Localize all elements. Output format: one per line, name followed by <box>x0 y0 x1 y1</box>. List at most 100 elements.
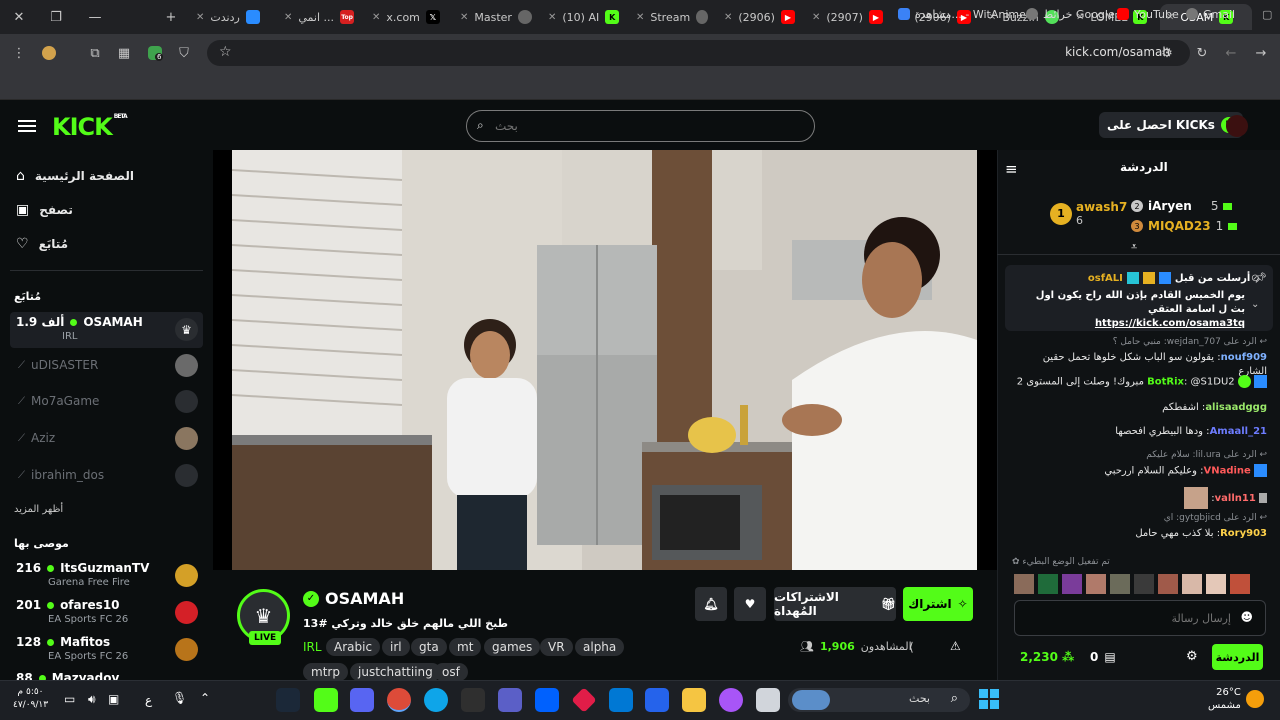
share-icon[interactable]: ⟨ <box>909 640 914 654</box>
tab[interactable]: ✕ ردندت <box>190 4 274 30</box>
recommended-channel[interactable]: 128 Mafitos EA Sports FC 26 <box>10 632 203 668</box>
reload-icon[interactable]: ↻ <box>1193 44 1211 62</box>
restore-window-icon[interactable]: ❐ <box>45 6 67 28</box>
close-tab-icon[interactable]: ✕ <box>636 12 644 23</box>
tab[interactable]: ✕ انمي ... Top <box>278 4 362 30</box>
stream-tag[interactable]: Arabic <box>326 638 381 656</box>
recommended-channel[interactable]: 216 ItsGuzmanTV Garena Free Fire <box>10 558 203 594</box>
stream-tag[interactable]: alpha <box>575 638 625 656</box>
chatter-avatar[interactable] <box>1206 574 1226 594</box>
stream-tag[interactable]: games <box>484 638 541 656</box>
tray-chevron-up-icon[interactable]: ⌃ <box>200 691 210 705</box>
chatter-avatar[interactable] <box>1014 574 1034 594</box>
nav-home[interactable]: ⌂ الصفحة الرئيسية <box>16 168 134 184</box>
minimize-window-icon[interactable]: — <box>84 6 106 28</box>
close-tab-icon[interactable]: ✕ <box>548 12 556 23</box>
close-tab-icon[interactable]: ✕ <box>460 12 468 23</box>
following-channel[interactable]: ⟋ Aziz <box>10 421 203 457</box>
pinned-message[interactable]: ⊘ ⌄ 📌︎ أرسلت من قبل osfALI يوم الخميس ال… <box>1005 265 1273 331</box>
teams-app-icon[interactable] <box>498 688 522 712</box>
close-tab-icon[interactable]: ✕ <box>372 12 380 23</box>
chat-username[interactable]: valln11 <box>1215 493 1256 504</box>
show-more-link[interactable]: أظهر المزيد <box>14 504 63 515</box>
new-tab-icon[interactable]: + <box>160 6 182 28</box>
stream-tag[interactable]: VR <box>540 638 573 656</box>
search-input[interactable] <box>467 111 767 141</box>
report-warning-icon[interactable]: ⚠ <box>950 639 961 653</box>
battery-icon[interactable]: ▭ <box>64 692 75 706</box>
outlook-app-icon[interactable] <box>609 688 633 712</box>
stream-tag[interactable]: mtrp <box>303 663 348 681</box>
taskbar-search[interactable]: بحث ⌕ <box>788 688 970 712</box>
stream-category-link[interactable]: IRL <box>303 640 322 654</box>
clock[interactable]: ٥:٥٠ م ٤٧/٠٩/١٣ <box>13 686 48 712</box>
following-channel[interactable]: ⟋ ibrahim_dos <box>10 458 203 494</box>
gift-subs-button[interactable]: الاشتراكات المُهداة 🎁︎ <box>774 587 896 621</box>
nav-following[interactable]: ♡ مُتابَع <box>16 236 68 252</box>
bookmark-witanime[interactable]: مشاهدة... - WitAnime <box>898 6 1026 22</box>
subscribe-button[interactable]: اشتراك ✧ <box>903 587 973 621</box>
tab[interactable]: ✕ (2906) ▶ <box>718 4 802 30</box>
edge-app-icon[interactable] <box>424 688 448 712</box>
bookmark-star-icon[interactable]: ☆ <box>219 44 232 60</box>
close-window-icon[interactable]: ✕ <box>8 6 30 28</box>
gifts-display[interactable]: 0 ▤ <box>1090 650 1116 664</box>
chat-message[interactable]: Rory903: بلا كذب مهي حامل <box>1012 527 1267 541</box>
chatter-avatar[interactable] <box>1038 574 1058 594</box>
chatter-avatar[interactable] <box>1182 574 1202 594</box>
menu-dots-icon[interactable]: ⋮ <box>10 44 28 62</box>
emoji-icon[interactable]: ☻ <box>1240 610 1253 624</box>
chat-message[interactable]: alisaadggg: اشفطكم <box>1012 401 1267 415</box>
close-tab-icon[interactable]: ✕ <box>724 12 732 23</box>
tab[interactable]: ✕ Master <box>454 4 538 30</box>
follow-heart-button[interactable]: ♥ <box>734 587 766 621</box>
following-channel[interactable]: ⟋ Mo7aGame <box>10 384 203 420</box>
points-display[interactable]: 2,230 ⁂ <box>1020 650 1074 664</box>
forward-arrow-icon[interactable]: ← <box>1222 44 1240 62</box>
close-tab-icon[interactable]: ✕ <box>196 12 204 23</box>
chat-input[interactable] <box>1021 608 1231 628</box>
steam-app-icon[interactable] <box>276 688 300 712</box>
chatter-avatar[interactable] <box>1086 574 1106 594</box>
nav-browse[interactable]: ▣ تصفح <box>16 202 73 218</box>
chat-username[interactable]: VNadine <box>1203 466 1250 477</box>
chat-message[interactable]: Amaall_21: ودها البيطري افحصها <box>1012 425 1267 439</box>
microphone-icon[interactable]: 🎙︎ <box>172 691 187 705</box>
app-icon[interactable] <box>756 688 780 712</box>
chatter-avatar[interactable] <box>1230 574 1250 594</box>
following-channel[interactable]: ⟋ uDISASTER <box>10 348 203 384</box>
bookmark-gmail[interactable]: Gmail <box>1186 6 1235 22</box>
collapse-chat-icon[interactable]: ≡ <box>1005 160 1018 178</box>
tab[interactable]: ✕ (2907) ▶ <box>806 4 890 30</box>
kick-app-icon[interactable] <box>314 688 338 712</box>
kick-logo[interactable]: KICK BETA <box>52 113 128 141</box>
dropbox-app-icon[interactable] <box>535 688 559 712</box>
extensions-puzzle-icon[interactable]: ⧉ <box>86 44 104 62</box>
pinned-link[interactable]: https://kick.com/osama3tq <box>1095 318 1245 329</box>
discord-app-icon[interactable] <box>350 688 374 712</box>
tab[interactable]: ✕ x.com 𝕏 <box>366 4 450 30</box>
stream-tag[interactable]: irl <box>382 638 410 656</box>
epic-games-app-icon[interactable] <box>461 688 485 712</box>
chat-message[interactable]: valln11: <box>1012 487 1267 509</box>
extension-badge-icon[interactable]: 6 <box>146 44 164 62</box>
stream-tag[interactable]: mt <box>449 638 482 656</box>
weather-widget[interactable]: 26°C مشمس <box>1208 686 1241 712</box>
following-channel-osamah[interactable]: 1.9 ألف OSAMAH IRL ♛ <box>10 312 203 348</box>
extension-icon[interactable] <box>40 44 58 62</box>
chat-username[interactable]: Amaall_21 <box>1210 426 1267 437</box>
stream-tag[interactable]: justchattiing <box>350 663 441 681</box>
chat-settings-gear-icon[interactable]: ⚙ <box>1186 649 1198 664</box>
volume-icon[interactable]: 🔊︎ <box>88 692 96 707</box>
close-tab-icon[interactable]: ✕ <box>812 12 820 23</box>
back-arrow-icon[interactable]: → <box>1252 44 1270 62</box>
chevron-down-icon[interactable]: ⌄ <box>1251 299 1259 310</box>
channel-name[interactable]: OSAMAH <box>325 589 404 608</box>
recommended-channel[interactable]: 201 ofares10 EA Sports FC 26 <box>10 595 203 631</box>
windows-start-icon[interactable] <box>979 689 999 709</box>
chat-username[interactable]: alisaadggg <box>1205 402 1267 413</box>
chatter-avatar[interactable] <box>1158 574 1178 594</box>
language-indicator[interactable]: ع <box>145 693 152 707</box>
network-icon[interactable]: ▣ <box>108 692 119 706</box>
site-settings-icon[interactable]: ⚙ <box>1158 44 1176 62</box>
